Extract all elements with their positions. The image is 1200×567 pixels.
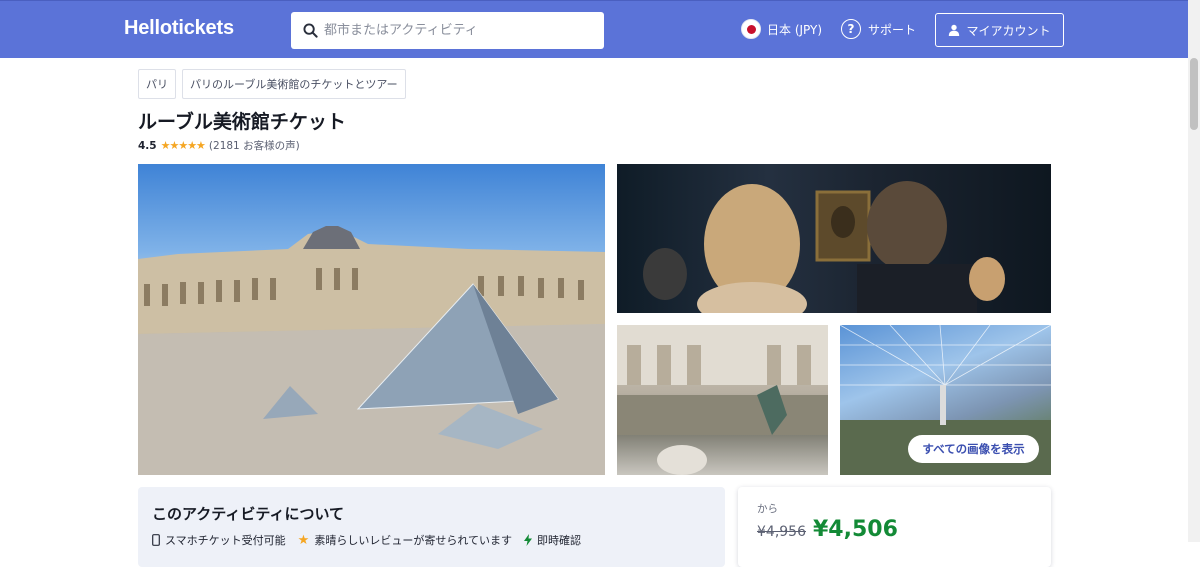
feature-great-reviews: ★ 素晴らしいレビューが寄せられています	[298, 532, 512, 548]
search-input[interactable]	[324, 23, 584, 38]
current-price: ¥4,506	[813, 517, 898, 542]
help-icon: ?	[841, 19, 861, 39]
feature-label: 素晴らしいレビューが寄せられています	[314, 534, 512, 547]
japan-flag-icon	[741, 19, 761, 39]
gallery-sculpture-hall-photo[interactable]	[617, 325, 828, 475]
page-title: ルーブル美術館チケット	[138, 111, 346, 133]
visitors-illustration	[643, 181, 1005, 313]
sculpture-hall-illustration	[617, 325, 828, 475]
scrollbar-thumb[interactable]	[1190, 58, 1198, 130]
gallery-main-photo[interactable]	[138, 164, 605, 475]
about-title: このアクティビティについて	[152, 505, 345, 523]
review-count-link[interactable]: (2181 お客様の声)	[209, 138, 300, 153]
price-card: から ¥4,956 ¥4,506	[738, 487, 1051, 567]
feature-label: スマホチケット受付可能	[165, 534, 286, 547]
feature-label: 即時確認	[537, 534, 581, 547]
breadcrumb-paris[interactable]: パリ	[138, 69, 176, 99]
my-account-button[interactable]: マイアカウント	[935, 13, 1064, 47]
star-icon: ★	[297, 532, 310, 548]
feature-list: スマホチケット受付可能 ★ 素晴らしいレビューが寄せられています 即時確認	[152, 532, 581, 548]
about-activity-card: このアクティビティについて スマホチケット受付可能 ★ 素晴らしいレビューが寄せ…	[138, 487, 725, 567]
search-icon	[303, 23, 318, 38]
site-logo[interactable]: Hellotickets	[124, 17, 234, 40]
lightning-icon	[524, 534, 532, 546]
locale-selector[interactable]: 日本 (JPY)	[741, 19, 822, 39]
original-price: ¥4,956	[757, 524, 806, 540]
feature-mobile-ticket: スマホチケット受付可能	[152, 532, 286, 548]
breadcrumb-louvre-tickets[interactable]: パリのルーブル美術館のチケットとツアー	[182, 69, 406, 99]
top-header: Hellotickets 日本 (JPY) ? サポート マイアカウント	[0, 0, 1200, 58]
support-label: サポート	[868, 22, 917, 37]
breadcrumb: パリ パリのルーブル美術館のチケットとツアー	[138, 69, 406, 99]
search-box[interactable]	[291, 12, 604, 49]
rating-stars-icon: ★★★★★	[160, 139, 206, 152]
rating-summary: 4.5 ★★★★★ (2181 お客様の声)	[138, 138, 300, 153]
locale-label: 日本 (JPY)	[767, 22, 823, 37]
user-icon	[949, 24, 960, 36]
rating-score: 4.5	[138, 139, 157, 152]
feature-instant-confirmation: 即時確認	[524, 532, 581, 548]
my-account-label: マイアカウント	[966, 23, 1051, 38]
price-from-label: から	[757, 503, 778, 515]
gallery-mona-lisa-photo[interactable]	[617, 164, 1051, 313]
show-all-images-button[interactable]: すべての画像を表示	[908, 435, 1039, 463]
louvre-pyramid-illustration	[138, 226, 605, 475]
support-link[interactable]: ? サポート	[841, 19, 916, 39]
phone-icon	[152, 534, 160, 546]
